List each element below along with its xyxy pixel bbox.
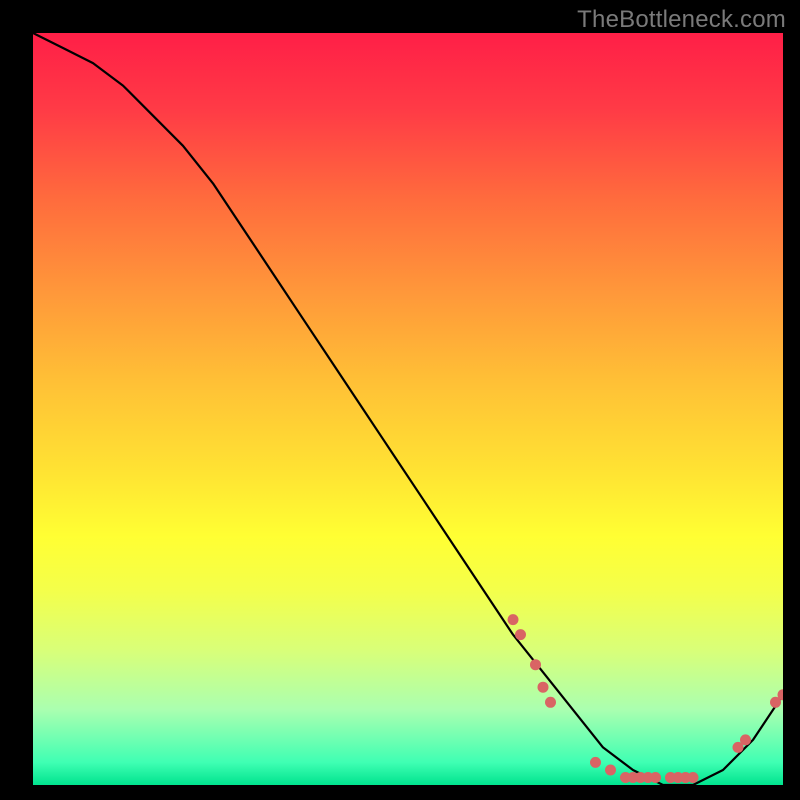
chart-svg	[33, 33, 783, 785]
data-marker	[688, 772, 699, 783]
line-group	[33, 33, 783, 785]
marker-group	[508, 614, 784, 783]
data-marker	[605, 765, 616, 776]
data-marker	[508, 614, 519, 625]
data-marker	[530, 659, 541, 670]
data-marker	[545, 697, 556, 708]
data-marker	[538, 682, 549, 693]
data-line	[33, 33, 783, 785]
watermark-text: TheBottleneck.com	[577, 6, 786, 34]
plot-area	[33, 33, 783, 785]
data-marker	[515, 629, 526, 640]
data-marker	[590, 757, 601, 768]
chart-stage: TheBottleneck.com	[0, 0, 800, 800]
data-marker	[740, 734, 751, 745]
data-marker	[650, 772, 661, 783]
